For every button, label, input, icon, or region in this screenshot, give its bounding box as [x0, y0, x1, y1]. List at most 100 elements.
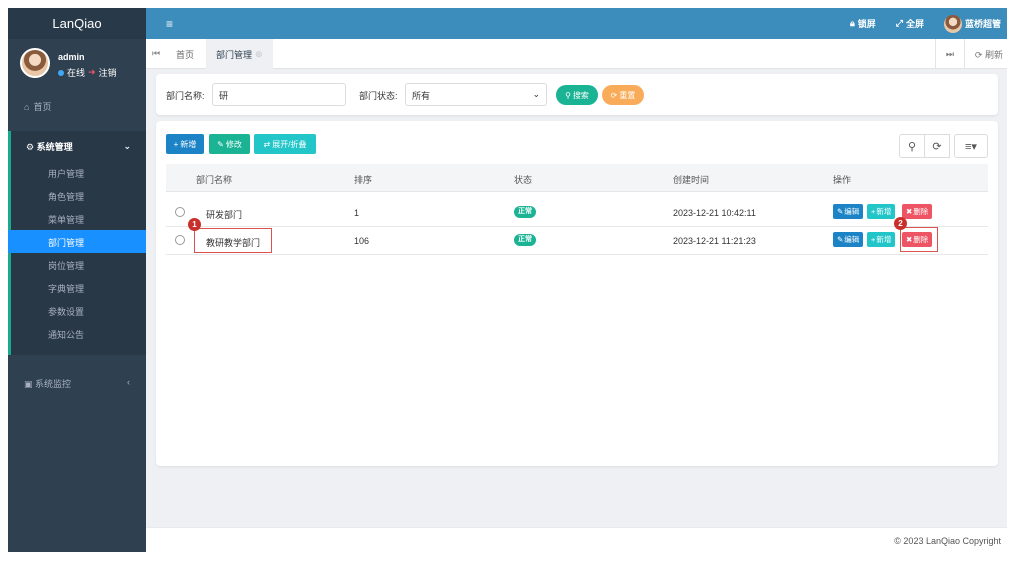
- tab-label: 首页: [176, 49, 195, 60]
- highlight-box-delete: [900, 227, 938, 252]
- edit-icon: ✎: [837, 207, 844, 216]
- row-radio[interactable]: [175, 235, 185, 245]
- sidebar-group-monitor[interactable]: ▣ 系统监控 ‹: [8, 367, 146, 400]
- edit-icon: ✎: [217, 139, 224, 149]
- expand-arrows-icon: ⤢: [895, 18, 903, 28]
- dept-name-input[interactable]: 研: [212, 83, 346, 106]
- dept-status-value: 所有: [412, 91, 431, 101]
- sidebar-item-config[interactable]: 参数设置: [11, 299, 146, 322]
- divider: [934, 39, 936, 69]
- row-add-button[interactable]: + 新增: [867, 232, 896, 247]
- refresh-button[interactable]: ⟳ 刷新: [975, 48, 1003, 61]
- status-badge: 正常: [514, 206, 536, 218]
- reset-button[interactable]: ⟳ 重置: [602, 85, 644, 105]
- chevron-down-icon: ⌄: [123, 141, 131, 151]
- created-time-cell: 2023-12-21 10:42:11: [673, 208, 756, 218]
- refresh-label: 刷新: [984, 49, 1003, 60]
- expand-collapse-button[interactable]: ⇄ 展开/折叠: [254, 134, 316, 154]
- list-columns-icon: ≡▾: [965, 140, 977, 153]
- home-icon: ⌂: [24, 101, 30, 112]
- user-menu[interactable]: 蓝桥超管: [943, 14, 1001, 33]
- created-time-cell: 2023-12-21 11:21:23: [673, 236, 756, 246]
- sidebar-group-system-header[interactable]: ⚙ 系统管理 ⌄: [11, 131, 146, 161]
- row-edit-button[interactable]: ✎ 编辑: [833, 204, 864, 219]
- sidebar: LanQiao admin 在线 ➜ 注销 ⌂ 首页 ⚙ 系统管理 ⌄ 用户管理…: [8, 8, 146, 552]
- lock-icon: 🔒︎: [849, 18, 855, 28]
- tab-close-icon[interactable]: ⊗: [255, 49, 263, 60]
- app-logo[interactable]: LanQiao: [8, 8, 146, 39]
- tab-departments[interactable]: 部门管理 ⊗: [206, 39, 273, 69]
- tab-home[interactable]: 首页: [166, 39, 204, 69]
- refresh-icon: ⟳: [974, 49, 983, 60]
- row-edit-button[interactable]: ✎ 编辑: [833, 232, 864, 247]
- sidebar-item-departments[interactable]: 部门管理: [8, 230, 146, 253]
- app-frame: LanQiao admin 在线 ➜ 注销 ⌂ 首页 ⚙ 系统管理 ⌄ 用户管理…: [8, 8, 1007, 552]
- tabs-right-controls: ⏭ ⟳ 刷新: [934, 39, 1003, 69]
- columns-toggle-button[interactable]: ≡▾: [954, 134, 988, 158]
- lock-screen-button[interactable]: 🔒︎ 锁屏: [850, 17, 876, 30]
- order-cell: 1: [354, 208, 360, 218]
- plus-icon: +: [871, 207, 876, 216]
- fullscreen-label: 全屏: [905, 19, 924, 29]
- edit-button-label: 修改: [225, 139, 242, 149]
- user-avatar[interactable]: [20, 48, 50, 78]
- edit-icon: ✎: [837, 235, 844, 244]
- step-marker-1: 1: [188, 218, 201, 231]
- video-camera-icon: ▣: [24, 379, 33, 389]
- swap-arrows-icon: ⇄: [263, 139, 271, 149]
- sidebar-item-roles[interactable]: 角色管理: [11, 184, 146, 207]
- tabs-scroll-left-icon[interactable]: ⏮: [152, 48, 160, 59]
- table-row[interactable]: 研发部门 1 正常 2023-12-21 10:42:11 ✎ 编辑 + 新增 ✖ 删…: [166, 199, 988, 227]
- sidebar-item-home[interactable]: ⌂ 首页: [8, 89, 146, 124]
- dept-status-label: 部门状态:: [359, 91, 398, 101]
- tabs-scroll-right-icon[interactable]: ⏭: [946, 49, 954, 60]
- dept-table-card: + 新增 ✎ 修改 ⇄ 展开/折叠 ⚲ ⟳ ≡▾ 部门名称 排序 状态 创建时间…: [156, 121, 998, 466]
- column-header: 操作: [833, 175, 852, 185]
- logout-link[interactable]: 注销: [99, 66, 117, 79]
- status-badge: 正常: [514, 234, 536, 246]
- sidebar-item-menus[interactable]: 菜单管理: [11, 207, 146, 230]
- table-header: 部门名称 排序 状态 创建时间 操作: [166, 164, 988, 192]
- refresh-table-button[interactable]: ⟳: [924, 134, 950, 158]
- chevron-down-icon: ⌄: [532, 89, 540, 99]
- column-header: 部门名称: [196, 175, 233, 185]
- sidebar-item-posts[interactable]: 岗位管理: [11, 253, 146, 276]
- search-button[interactable]: ⚲ 搜索: [556, 85, 598, 105]
- lock-screen-label: 锁屏: [857, 19, 876, 29]
- search-button-label: 搜索: [572, 90, 589, 100]
- sidebar-item-users[interactable]: 用户管理: [11, 161, 146, 184]
- search-form: 部门名称: 研 部门状态: 所有 ⌄ ⚲ 搜索 ⟳ 重置: [156, 74, 998, 115]
- user-status: 在线 ➜ 注销: [58, 66, 117, 79]
- table-row[interactable]: 教研教学部门 106 正常 2023-12-21 11:21:23 ✎ 编辑 + 新…: [166, 227, 988, 255]
- row-delete-button[interactable]: ✖ 删除: [902, 204, 933, 219]
- highlight-box-dept-name: [194, 228, 272, 253]
- reset-icon: ⟳: [610, 90, 618, 100]
- user-name: admin: [58, 52, 85, 62]
- add-dept-button[interactable]: + 新增: [166, 134, 204, 154]
- reset-button-label: 重置: [619, 90, 636, 100]
- sidebar-item-notices[interactable]: 通知公告: [11, 322, 146, 345]
- plus-icon: +: [871, 235, 876, 244]
- row-radio[interactable]: [175, 207, 185, 217]
- fullscreen-button[interactable]: ⤢ 全屏: [896, 17, 924, 30]
- edit-label: 编辑: [844, 235, 860, 244]
- online-status-text: 在线: [67, 68, 86, 78]
- edit-label: 编辑: [844, 207, 860, 216]
- edit-dept-button[interactable]: ✎ 修改: [209, 134, 250, 154]
- menu-toggle-icon[interactable]: ≡: [166, 17, 173, 31]
- step-marker-2: 2: [894, 217, 907, 230]
- gear-icon: ⚙: [26, 142, 35, 152]
- column-header: 创建时间: [673, 175, 710, 185]
- header-actions: 🔒︎ 锁屏 ⤢ 全屏 蓝桥超管: [850, 8, 1001, 39]
- row-add-button[interactable]: + 新增: [867, 204, 896, 219]
- add-label: 新增: [876, 235, 892, 244]
- order-cell: 106: [354, 236, 370, 246]
- add-button-label: 新增: [180, 139, 197, 149]
- dept-name-cell: 研发部门: [206, 210, 243, 220]
- logout-icon[interactable]: ➜: [88, 67, 96, 78]
- dept-status-select[interactable]: 所有 ⌄: [405, 83, 547, 106]
- divider: [963, 39, 965, 69]
- sidebar-item-dict[interactable]: 字典管理: [11, 276, 146, 299]
- search-toggle-button[interactable]: ⚲: [899, 134, 925, 158]
- header-username: 蓝桥超管: [964, 19, 1001, 29]
